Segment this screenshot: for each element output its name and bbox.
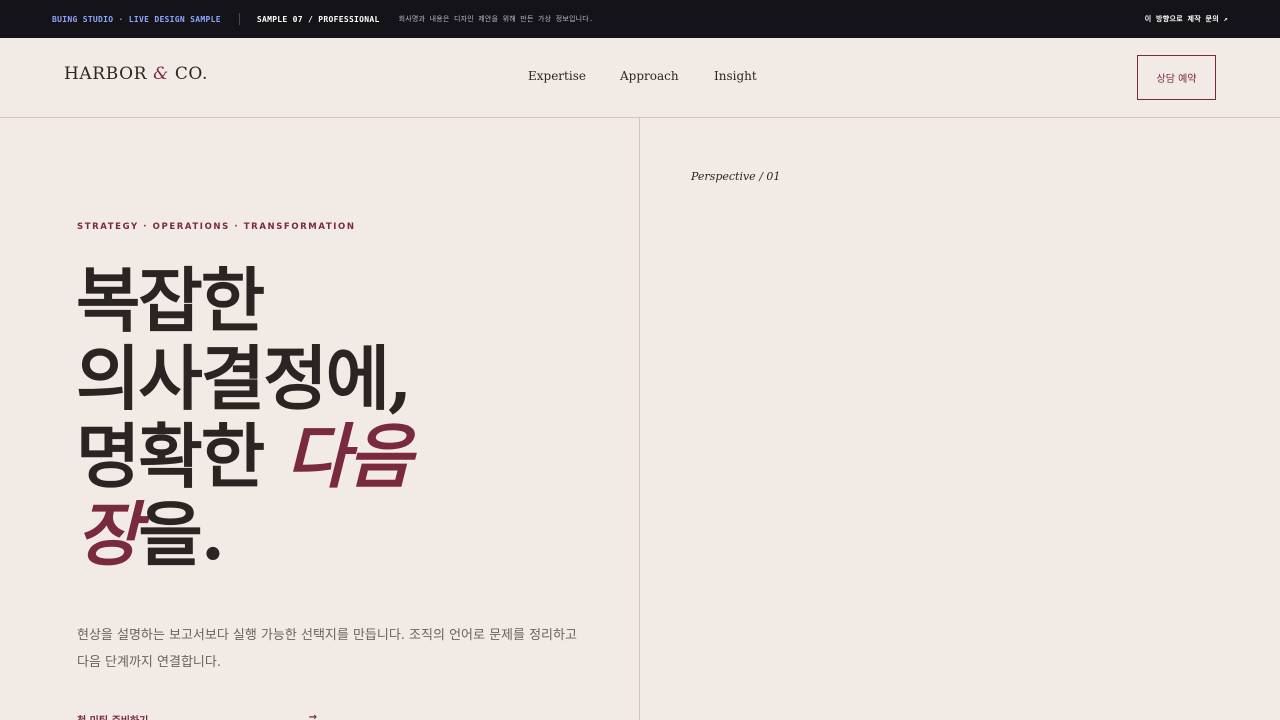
banner-divider	[238, 13, 240, 25]
headline-line-1: 복잡한	[76, 259, 265, 342]
main-nav: Expertise Approach Insight	[0, 69, 1280, 89]
headline-accent-2: 장	[76, 493, 140, 576]
prepare-meeting-link[interactable]: 첫 미팅 준비하기 →	[77, 712, 317, 720]
nav-approach[interactable]: Approach	[620, 69, 679, 83]
sample-label: SAMPLE 07 / PROFESSIONAL	[256, 14, 380, 24]
headline-line-4-text: 을.	[138, 493, 225, 576]
book-consultation-button[interactable]: 상담 예약	[1137, 55, 1216, 100]
hero-description: 현상을 설명하는 보고서보다 실행 가능한 선택지를 만듭니다. 조직의 언어로…	[77, 628, 577, 670]
nav-insight[interactable]: Insight	[714, 69, 757, 83]
prepare-meeting-label: 첫 미팅 준비하기	[77, 712, 148, 720]
headline-accent-1: 다음	[285, 415, 413, 498]
perspective-label: Perspective / 01	[691, 170, 781, 183]
nav-expertise[interactable]: Expertise	[528, 69, 586, 83]
headline-line-2: 의사결정에,	[76, 337, 412, 420]
sample-banner: BUING STUDIO · LIVE DESIGN SAMPLE SAMPLE…	[0, 0, 1280, 38]
hero-headline: 복잡한 의사결정에, 명확한 다음 장을.	[76, 262, 596, 574]
headline-line-3: 명확한 다음	[76, 418, 596, 496]
disclaimer-text: 회사명과 내용은 디자인 제안을 위해 만든 가상 정보입니다.	[398, 15, 594, 23]
arrow-right-icon: →	[308, 712, 317, 720]
hero-eyebrow: STRATEGY · OPERATIONS · TRANSFORMATION	[77, 222, 356, 232]
headline-line-3-text: 명확한	[76, 415, 286, 498]
inquiry-link[interactable]: 이 방향으로 제작 문의 ↗	[1145, 14, 1228, 24]
studio-label: BUING STUDIO · LIVE DESIGN SAMPLE	[52, 14, 221, 24]
site-header: HARBOR & CO. Expertise Approach Insight …	[0, 38, 1280, 118]
column-divider	[639, 118, 640, 720]
headline-line-4: 장을.	[76, 496, 596, 574]
